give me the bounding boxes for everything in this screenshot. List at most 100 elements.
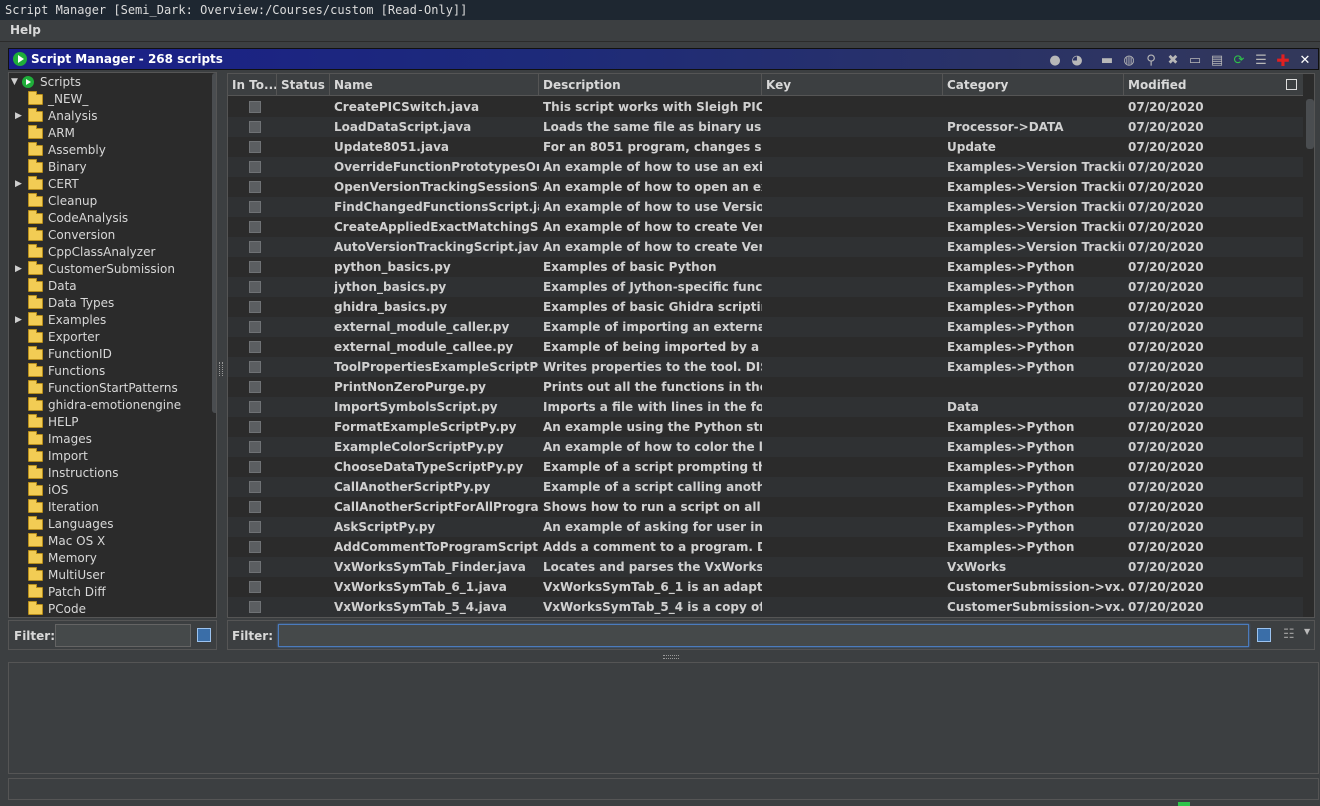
help-icon[interactable]: ✚ (1274, 51, 1292, 70)
manage-dirs-icon[interactable]: ☰ (1252, 51, 1270, 69)
eclipse-icon[interactable]: ◍ (1120, 51, 1138, 69)
category-tree[interactable]: ▼ Scripts _NEW_ ▶ Analysis ARM Assembly Binar… (8, 72, 217, 618)
in-tool-checkbox[interactable] (249, 541, 261, 553)
filter-options-icon[interactable] (1257, 628, 1271, 642)
key-binding-icon[interactable]: ⚲ (1142, 51, 1160, 69)
in-tool-checkbox[interactable] (249, 601, 261, 613)
table-row[interactable]: python_basics.py Examples of basic Python… (228, 257, 1303, 277)
run-icon[interactable]: ● (1046, 51, 1064, 69)
table-row[interactable]: ChooseDataTypeScriptPy.py Example of a sc… (228, 457, 1303, 477)
table-row[interactable]: CallAnotherScriptForAllProgra... Shows ho… (228, 497, 1303, 517)
table-row[interactable]: Update8051.java For an 8051 program, chan… (228, 137, 1303, 157)
in-tool-checkbox[interactable] (249, 161, 261, 173)
script-category: Examples->Python (947, 300, 1075, 314)
table-row[interactable]: external_module_caller.py Example of impo… (228, 317, 1303, 337)
in-tool-checkbox[interactable] (249, 481, 261, 493)
horizontal-splitter[interactable] (663, 655, 679, 659)
chevron-down-icon[interactable]: ▼ (11, 74, 18, 91)
in-tool-checkbox[interactable] (249, 241, 261, 253)
tree-item-label: ghidra-emotionengine (48, 398, 182, 412)
table-scrollbar[interactable] (1305, 96, 1314, 617)
in-tool-checkbox[interactable] (249, 201, 261, 213)
script-description: Prints out all the functions in the ... (543, 380, 762, 394)
in-tool-checkbox[interactable] (249, 461, 261, 473)
in-tool-checkbox[interactable] (249, 561, 261, 573)
in-tool-checkbox[interactable] (249, 301, 261, 313)
column-filter-icon[interactable]: ☷ (1283, 627, 1299, 643)
table-row[interactable]: jython_basics.py Examples of Jython-speci… (228, 277, 1303, 297)
folder-icon (28, 533, 43, 547)
table-row[interactable]: VxWorksSymTab_6_1.java VxWorksSymTab_6_1 … (228, 577, 1303, 597)
close-icon[interactable]: ✕ (1296, 51, 1314, 69)
table-row[interactable]: ExampleColorScriptPy.py An example of how… (228, 437, 1303, 457)
chevron-right-icon[interactable]: ▶ (15, 176, 22, 193)
table-filter-input[interactable] (278, 624, 1249, 647)
column-description[interactable]: Description (539, 74, 762, 96)
script-description: Example of being imported by a G... (543, 340, 762, 354)
in-tool-checkbox[interactable] (249, 341, 261, 353)
in-tool-checkbox[interactable] (249, 321, 261, 333)
in-tool-checkbox[interactable] (249, 421, 261, 433)
tree-filter-input[interactable] (55, 624, 191, 647)
in-tool-checkbox[interactable] (249, 101, 261, 113)
column-modified[interactable]: Modified (1124, 74, 1303, 96)
table-row[interactable]: OpenVersionTrackingSessionSc... An exampl… (228, 177, 1303, 197)
table-row[interactable]: AddCommentToProgramScript... Adds a comme… (228, 537, 1303, 557)
table-row[interactable]: OverrideFunctionPrototypesOn... An exampl… (228, 157, 1303, 177)
chevron-down-icon[interactable]: ▼ (1304, 627, 1310, 636)
column-name[interactable]: Name (330, 74, 539, 96)
table-row[interactable]: VxWorksSymTab_5_4.java VxWorksSymTab_5_4 … (228, 597, 1303, 617)
table-row[interactable]: PrintNonZeroPurge.py Prints out all the f… (228, 377, 1303, 397)
edit-icon[interactable]: ▬ (1098, 51, 1116, 69)
table-row[interactable]: ghidra_basics.py Examples of basic Ghidra… (228, 297, 1303, 317)
delete-icon[interactable]: ✖ (1164, 51, 1182, 69)
in-tool-checkbox[interactable] (249, 121, 261, 133)
in-tool-checkbox[interactable] (249, 361, 261, 373)
chevron-right-icon[interactable]: ▶ (15, 312, 22, 329)
table-row[interactable]: AskScriptPy.py An example of asking for u… (228, 517, 1303, 537)
column-status[interactable]: Status (277, 74, 330, 96)
new-script-icon[interactable]: ▤ (1208, 51, 1226, 69)
table-row[interactable]: FindChangedFunctionsScript.ja... An examp… (228, 197, 1303, 217)
in-tool-checkbox[interactable] (249, 261, 261, 273)
table-row[interactable]: ToolPropertiesExampleScriptPy... Writes p… (228, 357, 1303, 377)
folder-icon (28, 499, 43, 513)
table-row[interactable]: AutoVersionTrackingScript.java An example… (228, 237, 1303, 257)
in-tool-checkbox[interactable] (249, 581, 261, 593)
table-row[interactable]: external_module_callee.py Example of bein… (228, 337, 1303, 357)
in-tool-checkbox[interactable] (249, 401, 261, 413)
filter-options-icon[interactable] (197, 628, 211, 642)
table-row[interactable]: CreateAppliedExactMatchingSe... An exampl… (228, 217, 1303, 237)
in-tool-checkbox[interactable] (249, 441, 261, 453)
in-tool-checkbox[interactable] (249, 381, 261, 393)
refresh-icon[interactable]: ⟳ (1230, 51, 1248, 69)
table-row[interactable]: CallAnotherScriptPy.py Example of a scrip… (228, 477, 1303, 497)
in-tool-checkbox[interactable] (249, 281, 261, 293)
tree-scrollbar[interactable] (212, 73, 216, 413)
table-row[interactable]: CreatePICSwitch.java This script works wi… (228, 97, 1303, 117)
table-scroll-thumb[interactable] (1306, 99, 1314, 149)
in-tool-checkbox[interactable] (249, 521, 261, 533)
in-tool-checkbox[interactable] (249, 501, 261, 513)
tree-item-label: Binary (48, 160, 87, 174)
table-row[interactable]: FormatExampleScriptPy.py An example using… (228, 417, 1303, 437)
script-category: Examples->Python (947, 520, 1075, 534)
in-tool-checkbox[interactable] (249, 181, 261, 193)
column-key[interactable]: Key (762, 74, 943, 96)
script-modified: 07/20/2020 (1128, 600, 1204, 614)
column-in-tool[interactable]: In To... (228, 74, 277, 96)
in-tool-checkbox[interactable] (249, 221, 261, 233)
table-row[interactable]: LoadDataScript.java Loads the same file a… (228, 117, 1303, 137)
rename-icon[interactable]: ▭ (1186, 51, 1204, 69)
menu-help[interactable]: Help (10, 23, 41, 37)
run-last-icon[interactable]: ◕ (1068, 51, 1086, 69)
chevron-right-icon[interactable]: ▶ (15, 108, 22, 125)
chevron-right-icon[interactable]: ▶ (15, 261, 22, 278)
table-row[interactable]: ImportSymbolsScript.py Imports a file wit… (228, 397, 1303, 417)
column-category[interactable]: Category (943, 74, 1124, 96)
in-tool-checkbox[interactable] (249, 141, 261, 153)
column-settings-icon[interactable] (1286, 79, 1297, 90)
vertical-splitter[interactable] (219, 362, 223, 376)
table-row[interactable]: VxWorksSymTab_Finder.java Locates and par… (228, 557, 1303, 577)
script-category: Examples->Python (947, 260, 1075, 274)
